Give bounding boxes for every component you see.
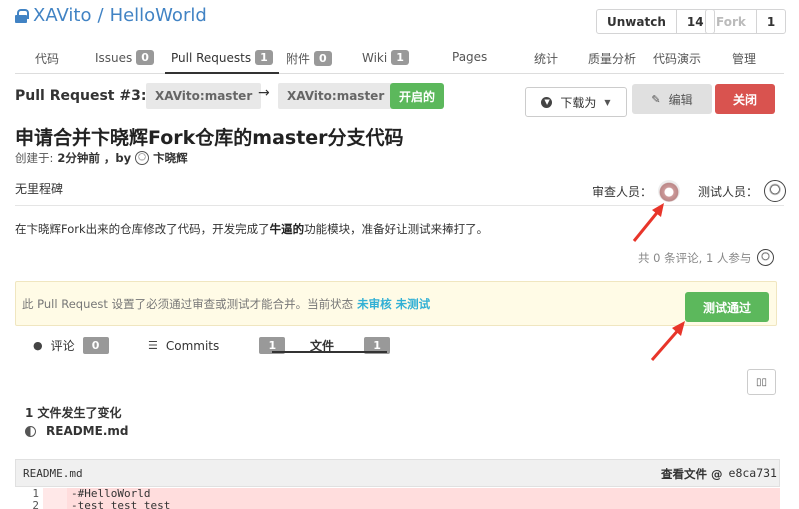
view-file-label: 查看文件 @ (661, 467, 723, 481)
commit-hash[interactable]: e8ca731 (729, 466, 777, 482)
tab-label: 统计 (534, 52, 559, 66)
fork-count[interactable]: 1 (757, 10, 785, 33)
pr-number: Pull Request #3: (15, 88, 147, 104)
notice-text: 此 Pull Request 设置了必须通过审查或测试才能合并。当前状态 未审核… (22, 296, 430, 312)
tab-badge: 0 (136, 50, 154, 65)
tab-attachments[interactable]: 附件 0 (286, 50, 332, 67)
repo-owner-link[interactable]: XAVito (33, 5, 91, 26)
tab-count: 0 (82, 337, 109, 354)
pr-description: 在卞晓辉Fork出来的仓库修改了代码，开发完成了牛逼的功能模块，准备好让测试来捧… (15, 221, 488, 237)
tester-avatar[interactable] (764, 180, 787, 202)
reviewer-avatar[interactable] (658, 180, 681, 202)
tab-badge: 0 (314, 51, 332, 66)
edit-icon: ✎ (651, 92, 661, 106)
view-file-link[interactable]: 查看文件 @ e8ca731 (661, 466, 777, 482)
tab-issues[interactable]: Issues 0 (95, 50, 154, 65)
status-badge: 开启的 (390, 83, 445, 109)
repo-name-link[interactable]: HelloWorld (110, 5, 207, 26)
download-icon: ▼ (541, 96, 553, 108)
comment-summary: 共 0 条评论, 1 人参与 (638, 249, 775, 266)
testers-label: 测试人员： (698, 184, 759, 199)
test-pass-button[interactable]: 测试通过 (685, 292, 769, 322)
line-number-new (43, 500, 67, 509)
tab-demo[interactable]: 代码演示 (653, 50, 701, 67)
created-prefix: 创建于: (15, 151, 54, 165)
modified-icon (25, 425, 36, 437)
tab-label: Wiki (362, 50, 388, 65)
desc-text: 功能模块，准备好让测试来捧打了。 (304, 222, 489, 236)
created-by: ，by (103, 151, 132, 165)
author-avatar[interactable] (135, 151, 150, 165)
tab-pages[interactable]: Pages (452, 50, 487, 64)
annotation-arrow-test-pass (650, 321, 685, 361)
repo-title: XAVito / HelloWorld (15, 5, 207, 26)
list-icon: ☰ (148, 339, 158, 352)
fork-button-group[interactable]: Fork 1 (705, 9, 787, 34)
tab-label: Issues (95, 50, 133, 65)
test-status: 未测试 (395, 297, 431, 311)
tab-settings[interactable]: 管理 (732, 50, 756, 67)
repo-separator: / (97, 5, 104, 26)
tab-pull-requests[interactable]: Pull Requests 1 (165, 50, 279, 74)
fork-button[interactable]: Fork (706, 10, 757, 33)
comment-summary-text: 共 0 条评论, 1 人参与 (638, 250, 752, 265)
line-number: 2 (15, 500, 43, 509)
tab-label: Pull Requests (171, 50, 252, 65)
diff-filename: README.md (23, 467, 83, 480)
tab-label: 质量分析 (588, 52, 637, 66)
tab-badge: 1 (391, 50, 409, 65)
reviewers-label: 审查人员： (592, 184, 653, 199)
files-changed-summary: 1 文件发生了变化 (25, 406, 122, 420)
pr-title: 申请合并卞晓辉Fork仓库的master分支代码 (15, 127, 404, 149)
unwatch-button-group[interactable]: Unwatch 14 (596, 9, 715, 34)
split-view-toggle[interactable]: ▯▯ (747, 369, 776, 395)
reviewers: 审查人员： 测试人员： (592, 180, 787, 202)
notice-message: 此 Pull Request 设置了必须通过审查或测试才能合并。当前状态 (22, 297, 354, 311)
download-label: 下载为 (560, 95, 597, 110)
tab-label: 管理 (732, 52, 757, 66)
author-link[interactable]: 卞晓辉 (153, 150, 188, 166)
review-status: 未审核 (357, 297, 392, 311)
lock-icon (15, 8, 29, 23)
source-branch[interactable]: XAVito:master (146, 83, 262, 109)
created-info: 创建于: 2分钟前 ，by 卞晓辉 (15, 150, 188, 166)
close-button[interactable]: 关闭 (715, 84, 775, 114)
line-code: -test test test (71, 499, 171, 509)
file-name[interactable]: README.md (46, 424, 128, 438)
file-list-item[interactable]: README.md (25, 424, 128, 438)
diff-line: 2 -test test test (15, 500, 780, 509)
tab-wiki[interactable]: Wiki 1 (362, 50, 409, 65)
edit-button[interactable]: ✎ 编辑 (632, 84, 712, 114)
tab-quality[interactable]: 质量分析 (588, 50, 636, 67)
tab-label: 附件 (286, 52, 311, 66)
tab-code[interactable]: 代码 (35, 50, 59, 67)
line-number-new (43, 488, 67, 500)
participant-avatar[interactable] (757, 249, 775, 266)
edit-label: 编辑 (668, 92, 693, 107)
download-dropdown[interactable]: ▼ 下载为 ▼ (525, 87, 627, 117)
split-icon: ▯▯ (755, 376, 767, 388)
tab-commits[interactable]: ☰ Commits 1 (148, 337, 286, 354)
tab-label: 评论 (50, 339, 75, 353)
annotation-arrow-reviewer (632, 203, 664, 242)
desc-text: 在卞晓辉Fork出来的仓库修改了代码，开发完成了 (15, 222, 270, 236)
active-tab-indicator (272, 351, 387, 353)
tab-badge: 1 (255, 50, 273, 65)
repo-tabs: 代码 Issues 0 Pull Requests 1 附件 0 Wiki 1 Page… (15, 46, 784, 74)
comment-icon: ● (33, 339, 43, 352)
tab-label: 代码 (35, 52, 60, 66)
desc-bold: 牛逼的 (269, 222, 305, 236)
tab-label: Commits (165, 338, 220, 353)
tab-label: 代码演示 (653, 52, 702, 66)
unwatch-button[interactable]: Unwatch (597, 10, 677, 33)
chevron-down-icon: ▼ (604, 97, 611, 107)
target-branch[interactable]: XAVito:master (278, 83, 394, 109)
created-time: 2分钟前 (57, 151, 100, 165)
milestone[interactable]: 无里程碑 (15, 180, 63, 197)
branch-arrow: → (258, 85, 270, 101)
tab-stats[interactable]: 统计 (534, 50, 558, 67)
tab-comments[interactable]: ● 评论 0 (33, 337, 109, 354)
tab-label: Pages (452, 50, 488, 64)
